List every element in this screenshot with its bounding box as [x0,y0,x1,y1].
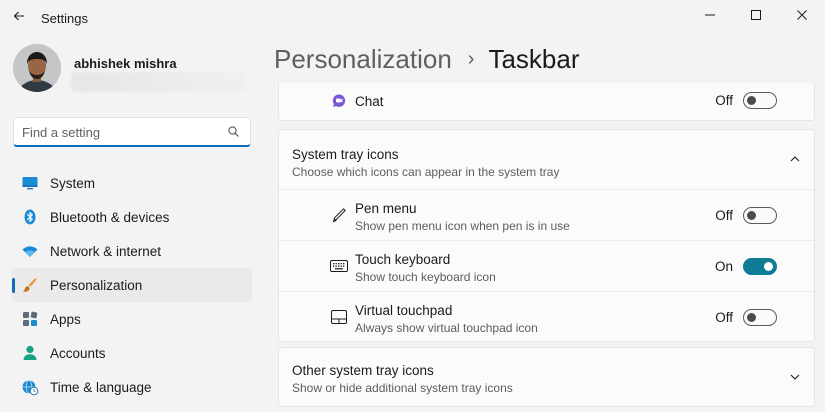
toggle-knob [747,96,756,105]
avatar [13,44,61,92]
system-tray-icons-header[interactable]: System tray icons Choose which icons can… [279,130,814,190]
close-button[interactable] [779,0,825,32]
minimize-icon [705,7,715,25]
globe-clock-icon [21,378,39,396]
chevron-down-icon[interactable] [788,370,802,384]
sidebar-item-label: Network & internet [50,244,162,259]
touch-keyboard-row: Touch keyboard Show touch keyboard icon … [279,241,814,292]
system-icon [21,174,39,192]
sidebar-item-system[interactable]: System [12,166,252,200]
touchpad-icon [329,307,349,327]
minimize-button[interactable] [687,0,733,32]
virtual-touchpad-toggle[interactable] [743,309,777,326]
maximize-button[interactable] [733,0,779,32]
close-icon [797,7,807,25]
user-email-blurred [71,72,246,92]
touch-keyboard-toggle[interactable] [743,258,777,275]
search-icon[interactable] [227,125,241,139]
app-title: Settings [41,11,88,26]
toggle-knob [747,211,756,220]
section-title: Other system tray icons [292,363,434,378]
system-tray-icons-section: System tray icons Choose which icons can… [278,129,815,342]
other-system-tray-icons-section[interactable]: Other system tray icons Show or hide add… [278,347,815,407]
search-box[interactable] [13,117,251,147]
sidebar-item-label: Accounts [50,346,106,361]
user-name: abhishek mishra [74,56,177,71]
pen-menu-row: Pen menu Show pen menu icon when pen is … [279,190,814,241]
breadcrumb-parent[interactable]: Personalization [274,44,452,75]
virtual-touchpad-row: Virtual touchpad Always show virtual tou… [279,292,814,342]
pen-menu-label: Pen menu [355,201,417,216]
title-bar: Settings [0,0,825,36]
accounts-icon [21,344,39,362]
back-arrow-icon [13,9,25,27]
toggle-knob [747,313,756,322]
section-subtitle: Show or hide additional system tray icon… [292,381,513,395]
sidebar-item-apps[interactable]: Apps [12,302,252,336]
sidebar-nav: System Bluetooth & devices Network & int… [12,166,252,404]
section-title: System tray icons [292,147,399,162]
touch-keyboard-toggle-wrap: On [701,258,777,275]
pen-menu-toggle[interactable] [743,207,777,224]
breadcrumb-separator: › [467,48,475,70]
sidebar-item-label: Time & language [50,380,152,395]
pen-menu-description: Show pen menu icon when pen is in use [355,219,570,233]
wifi-icon [21,242,39,260]
sidebar-item-personalization[interactable]: Personalization [12,268,252,302]
maximize-icon [751,7,761,25]
sidebar-item-accounts[interactable]: Accounts [12,336,252,370]
back-button[interactable] [9,8,29,28]
touch-keyboard-label: Touch keyboard [355,252,451,267]
touch-keyboard-description: Show touch keyboard icon [355,270,496,284]
pen-menu-toggle-state: Off [715,208,733,223]
breadcrumb: Personalization › Taskbar [274,44,580,75]
virtual-touchpad-label: Virtual touchpad [355,303,453,318]
sidebar-item-label: Bluetooth & devices [50,210,170,225]
sidebar-item-time-language[interactable]: Time & language [12,370,252,404]
touch-keyboard-toggle-state: On [714,259,733,274]
virtual-touchpad-toggle-state: Off [715,310,733,325]
sidebar-item-bluetooth[interactable]: Bluetooth & devices [12,200,252,234]
virtual-touchpad-toggle-wrap: Off [701,309,777,326]
chat-toggle[interactable] [743,92,777,109]
sidebar-item-label: Apps [50,312,81,327]
chat-toggle-wrap: Off [701,92,777,109]
chevron-up-icon[interactable] [788,152,802,166]
toggle-knob [764,262,773,271]
search-input[interactable] [22,123,222,141]
pen-icon [329,205,349,225]
active-indicator [12,278,15,293]
bluetooth-icon [21,208,39,226]
sidebar-item-network[interactable]: Network & internet [12,234,252,268]
section-subtitle: Choose which icons can appear in the sys… [292,165,560,179]
apps-icon [21,310,39,328]
brush-icon [21,276,39,294]
page-title: Taskbar [488,44,580,74]
chat-row: Chat Off [278,83,815,121]
keyboard-icon [329,256,349,276]
window-controls [687,0,825,32]
chat-label: Chat [355,94,384,109]
chat-toggle-state: Off [715,93,733,108]
virtual-touchpad-description: Always show virtual touchpad icon [355,321,538,335]
pen-menu-toggle-wrap: Off [701,207,777,224]
sidebar-item-label: System [50,176,96,191]
sidebar-item-label: Personalization [50,278,143,293]
chat-icon [329,91,349,111]
